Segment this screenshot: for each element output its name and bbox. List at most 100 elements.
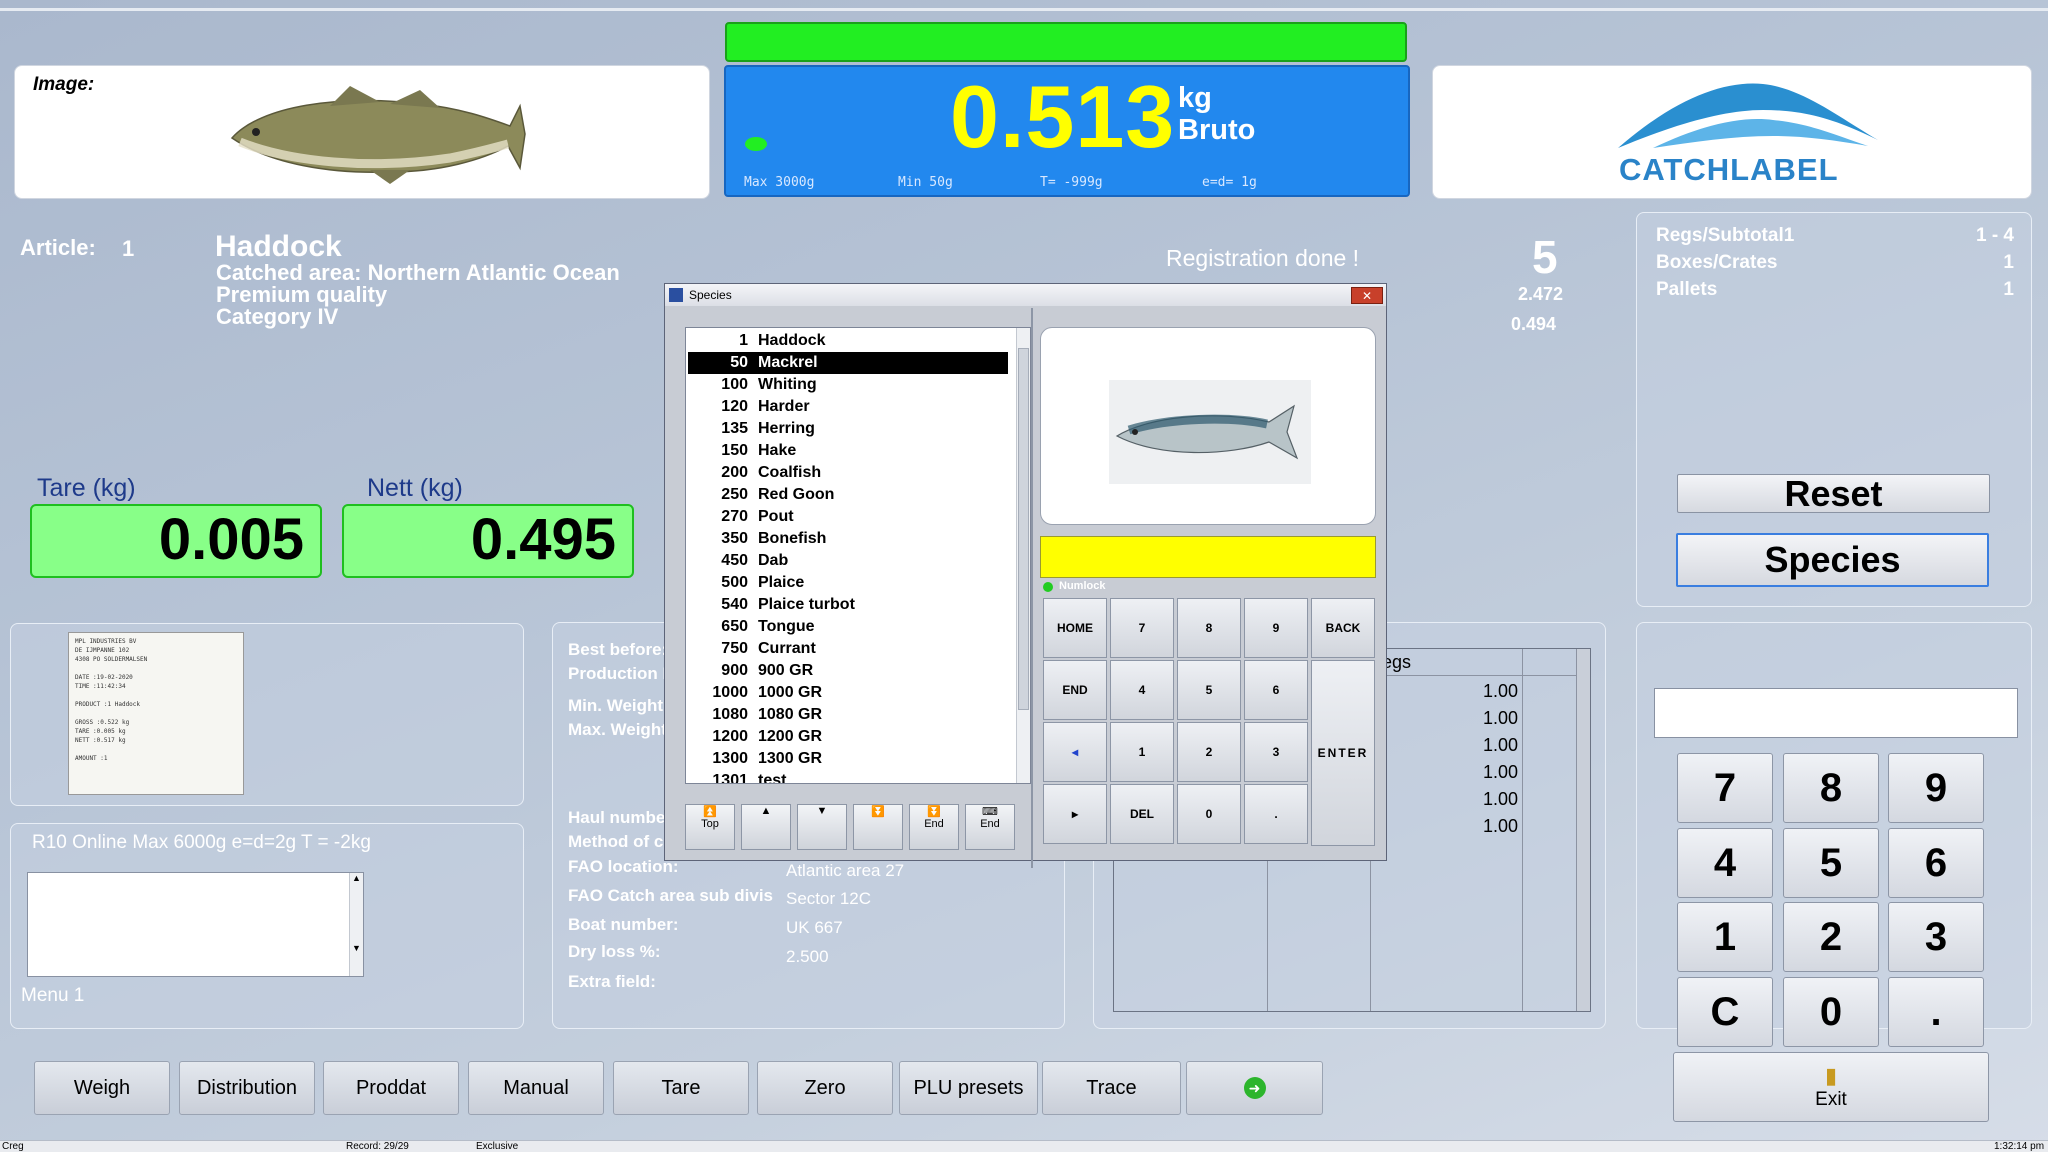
dkey-4[interactable]: 4 (1110, 660, 1174, 720)
dkey-7[interactable]: 7 (1110, 598, 1174, 658)
species-list-item[interactable]: 650 Tongue (688, 616, 1008, 638)
species-number: 500 (721, 574, 748, 591)
species-list-scrollbar[interactable] (1016, 328, 1030, 783)
grid-scrollbar[interactable] (1576, 649, 1590, 1011)
key-7[interactable]: 7 (1677, 753, 1773, 823)
page-down-arrow-icon: ⏬ (871, 806, 885, 818)
exit-button[interactable]: ▮ Exit (1673, 1052, 1989, 1122)
proddat-button[interactable]: Proddat (323, 1061, 459, 1115)
species-list-item[interactable]: 270 Pout (688, 506, 1008, 528)
distribution-button[interactable]: Distribution (179, 1061, 315, 1115)
species-list-item[interactable]: 540 Plaice turbot (688, 594, 1008, 616)
key-dot[interactable]: . (1888, 977, 1984, 1047)
key-6[interactable]: 6 (1888, 828, 1984, 898)
key-right-arrow-icon[interactable]: ▸ (1043, 784, 1107, 844)
stable-indicator-icon (745, 137, 767, 151)
key-end[interactable]: END (1043, 660, 1107, 720)
trace-button[interactable]: Trace (1042, 1061, 1181, 1115)
species-list-item[interactable]: 200 Coalfish (688, 462, 1008, 484)
dkey-2[interactable]: 2 (1177, 722, 1241, 782)
nav-page-up-button[interactable]: ▲ (741, 804, 791, 850)
dkey-8[interactable]: 8 (1177, 598, 1241, 658)
key-3[interactable]: 3 (1888, 902, 1984, 972)
species-image-panel (1040, 327, 1376, 525)
species-input[interactable] (1040, 536, 1376, 578)
zero-button[interactable]: Zero (757, 1061, 893, 1115)
dkey-9[interactable]: 9 (1244, 598, 1308, 658)
image-label: Image: (33, 74, 95, 95)
key-4[interactable]: 4 (1677, 828, 1773, 898)
key-5[interactable]: 5 (1783, 828, 1879, 898)
plu-presets-button[interactable]: PLU presets (899, 1061, 1038, 1115)
grid-cell: 1.00 (1482, 735, 1518, 755)
key-9[interactable]: 9 (1888, 753, 1984, 823)
grid-cell: 1.00 (1482, 708, 1518, 728)
dkey-0[interactable]: 0 (1177, 784, 1241, 844)
nav-keyboard-end-button[interactable]: ⌨ End (965, 804, 1015, 850)
boxes-crates-label: Boxes/Crates (1656, 252, 1778, 273)
species-list-item[interactable]: 900 900 GR (688, 660, 1008, 682)
dkey-1[interactable]: 1 (1110, 722, 1174, 782)
species-number: 150 (721, 442, 748, 459)
fao-sub-label: FAO Catch area sub divis (568, 886, 774, 905)
key-1[interactable]: 1 (1677, 902, 1773, 972)
species-list-item[interactable]: 500 Plaice (688, 572, 1008, 594)
species-list-item[interactable]: 250 Red Goon (688, 484, 1008, 506)
online-log-scrollbar[interactable]: ▲ ▼ (349, 873, 363, 976)
key-home[interactable]: HOME (1043, 598, 1107, 658)
article-details: Catched area: Northern Atlantic Ocean Pr… (216, 262, 620, 328)
species-list-item[interactable]: 1 Haddock (688, 330, 1008, 352)
keypad-input[interactable] (1654, 688, 2018, 738)
species-list-item[interactable]: 1301 test (688, 770, 1008, 783)
nav-down-button[interactable]: ▼ (797, 804, 847, 850)
manual-button[interactable]: Manual (468, 1061, 604, 1115)
key-del[interactable]: DEL (1110, 784, 1174, 844)
species-list-item[interactable]: 1080 1080 GR (688, 704, 1008, 726)
weigh-button[interactable]: Weigh (34, 1061, 170, 1115)
reset-button[interactable]: Reset (1677, 473, 1990, 514)
close-icon[interactable]: ✕ (1351, 287, 1383, 304)
online-log-textarea[interactable]: ▲ ▼ (27, 872, 364, 977)
key-back[interactable]: BACK (1311, 598, 1375, 658)
key-clear[interactable]: C (1677, 977, 1773, 1047)
species-list-item[interactable]: 120 Harder (688, 396, 1008, 418)
regs-subtotal-label: Regs/Subtotal1 (1656, 225, 1795, 246)
dry-loss-value: 2.500 (786, 947, 829, 966)
species-list-item[interactable]: 1200 1200 GR (688, 726, 1008, 748)
key-2[interactable]: 2 (1783, 902, 1879, 972)
species-name: Currant (758, 640, 816, 657)
species-list-item[interactable]: 135 Herring (688, 418, 1008, 440)
species-list-item[interactable]: 350 Bonefish (688, 528, 1008, 550)
next-button[interactable]: ➜ (1186, 1061, 1323, 1115)
app-icon (669, 288, 683, 302)
key-0[interactable]: 0 (1783, 977, 1879, 1047)
species-list-item[interactable]: 50 Mackrel (688, 352, 1008, 374)
species-list-item[interactable]: 1300 1300 GR (688, 748, 1008, 770)
species-name: Tongue (758, 618, 815, 635)
key-8[interactable]: 8 (1783, 753, 1879, 823)
nav-end-button[interactable]: ⏬ End (909, 804, 959, 850)
species-button[interactable]: Species (1676, 533, 1989, 587)
nav-page-down-button[interactable]: ⏬ (853, 804, 903, 850)
species-list-item[interactable]: 750 Currant (688, 638, 1008, 660)
species-list-item[interactable]: 450 Dab (688, 550, 1008, 572)
status-record: Record: 29/29 (346, 1141, 409, 1152)
species-list-item[interactable]: 150 Hake (688, 440, 1008, 462)
key-left-arrow-icon[interactable]: ◂ (1043, 722, 1107, 782)
species-list[interactable]: 1 Haddock 50 Mackrel 100 Whiting 120 Harder 135 H… (685, 327, 1031, 784)
species-number: 250 (721, 486, 748, 503)
scale-max: Max 3000g (744, 175, 815, 190)
key-enter[interactable]: ENTER (1311, 660, 1375, 846)
species-list-item[interactable]: 1000 1000 GR (688, 682, 1008, 704)
dkey-6[interactable]: 6 (1244, 660, 1308, 720)
dkey-3[interactable]: 3 (1244, 722, 1308, 782)
weight-unit: kg Bruto (1178, 82, 1255, 146)
species-number: 270 (721, 508, 748, 525)
dkey-5[interactable]: 5 (1177, 660, 1241, 720)
tare-button[interactable]: Tare (613, 1061, 749, 1115)
species-number: 135 (721, 420, 748, 437)
species-list-item[interactable]: 100 Whiting (688, 374, 1008, 396)
dkey-dot[interactable]: . (1244, 784, 1308, 844)
regs-values: 1 - 4 1 1 (1880, 222, 2014, 303)
nav-top-button[interactable]: ⏫ Top (685, 804, 735, 850)
